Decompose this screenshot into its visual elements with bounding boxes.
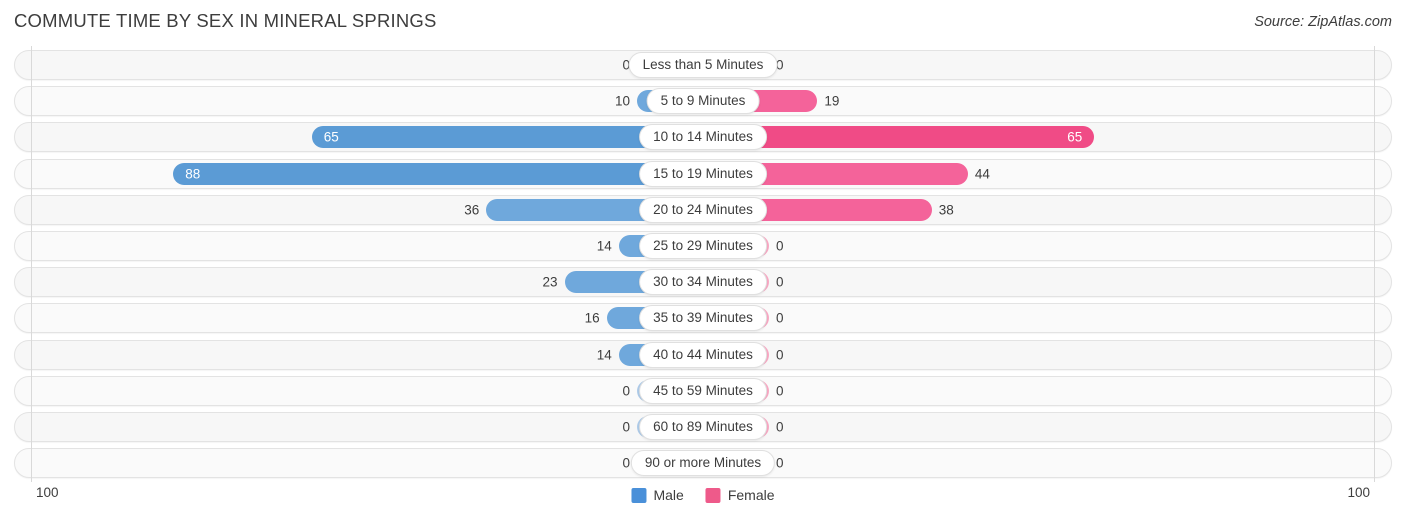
category-label: 10 to 14 Minutes — [639, 124, 767, 151]
bar-rows-container: 0 0 Less than 5 Minutes 10 19 5 to 9 Minutes 6… — [0, 46, 1406, 482]
table-row: 88 44 15 to 19 Minutes — [14, 158, 1392, 189]
female-value-label: 0 — [776, 310, 784, 326]
female-value-label: 0 — [776, 383, 784, 399]
legend-swatch-female-icon — [705, 487, 721, 503]
legend-swatch-male-icon — [631, 487, 647, 503]
male-value-label: 0 — [622, 419, 630, 435]
table-row: 14 0 40 to 44 Minutes — [14, 339, 1392, 370]
male-value-label: 88 — [185, 166, 201, 182]
table-row: 10 19 5 to 9 Minutes — [14, 86, 1392, 117]
table-row: 0 0 45 to 59 Minutes — [14, 375, 1392, 406]
legend-label-female: Female — [727, 487, 775, 503]
legend: Male Female — [631, 487, 775, 503]
female-value-label: 19 — [824, 93, 840, 109]
category-label: 40 to 44 Minutes — [639, 341, 767, 368]
category-label: 30 to 34 Minutes — [639, 269, 767, 296]
category-label: Less than 5 Minutes — [628, 52, 778, 78]
male-value-label: 14 — [596, 347, 612, 363]
female-value-label: 0 — [776, 347, 784, 363]
category-label: 45 to 59 Minutes — [639, 377, 767, 404]
male-value-label: 0 — [622, 383, 630, 399]
category-label: 15 to 19 Minutes — [639, 160, 767, 187]
female-value-label: 0 — [776, 238, 784, 254]
table-row: 16 0 35 to 39 Minutes — [14, 303, 1392, 334]
category-label: 25 to 29 Minutes — [639, 233, 767, 259]
table-row: 36 38 20 to 24 Minutes — [14, 194, 1392, 225]
table-row: 23 0 30 to 34 Minutes — [14, 267, 1392, 298]
table-row: 0 0 90 or more Minutes — [14, 448, 1392, 479]
category-label: 90 or more Minutes — [630, 450, 776, 477]
female-value-label: 0 — [776, 274, 784, 290]
legend-item-female[interactable]: Female — [705, 487, 775, 503]
male-value-label: 23 — [542, 274, 558, 290]
plot-area: 0 0 Less than 5 Minutes 10 19 5 to 9 Minutes 6… — [0, 46, 1406, 482]
page-title: COMMUTE TIME BY SEX IN MINERAL SPRINGS — [14, 10, 437, 31]
table-row: 14 0 25 to 29 Minutes — [14, 231, 1392, 261]
chart-footer: 100 100 Male Female — [0, 482, 1406, 523]
table-row: 0 0 60 to 89 Minutes — [14, 412, 1392, 442]
male-value-label: 14 — [596, 238, 612, 254]
axis-label-left: 100 — [36, 485, 59, 500]
male-value-label: 10 — [614, 93, 630, 109]
male-bar[interactable]: 88 — [173, 162, 703, 185]
female-value-label: 65 — [1067, 129, 1083, 145]
male-value-label: 36 — [464, 202, 480, 218]
category-label: 35 to 39 Minutes — [639, 305, 767, 332]
male-value-label: 0 — [622, 455, 630, 471]
female-value-label: 0 — [776, 419, 784, 435]
axis-label-right: 100 — [1347, 485, 1370, 500]
male-value-label: 65 — [323, 129, 339, 145]
category-label: 20 to 24 Minutes — [639, 196, 767, 223]
table-row: 65 65 10 to 14 Minutes — [14, 122, 1392, 153]
legend-item-male[interactable]: Male — [631, 487, 684, 503]
table-row: 0 0 Less than 5 Minutes — [14, 50, 1392, 80]
source-attribution: Source: ZipAtlas.com — [1254, 14, 1392, 30]
male-value-label: 16 — [584, 310, 600, 326]
female-value-label: 44 — [974, 166, 990, 182]
category-label: 60 to 89 Minutes — [639, 414, 767, 440]
legend-label-male: Male — [653, 487, 684, 503]
gridline-left — [31, 46, 32, 482]
chart-header: COMMUTE TIME BY SEX IN MINERAL SPRINGS S… — [0, 0, 1406, 46]
chart-root: COMMUTE TIME BY SEX IN MINERAL SPRINGS S… — [0, 0, 1406, 523]
gridline-right — [1374, 46, 1375, 482]
female-value-label: 38 — [938, 202, 954, 218]
female-value-label: 0 — [776, 455, 784, 471]
category-label: 5 to 9 Minutes — [646, 88, 760, 115]
